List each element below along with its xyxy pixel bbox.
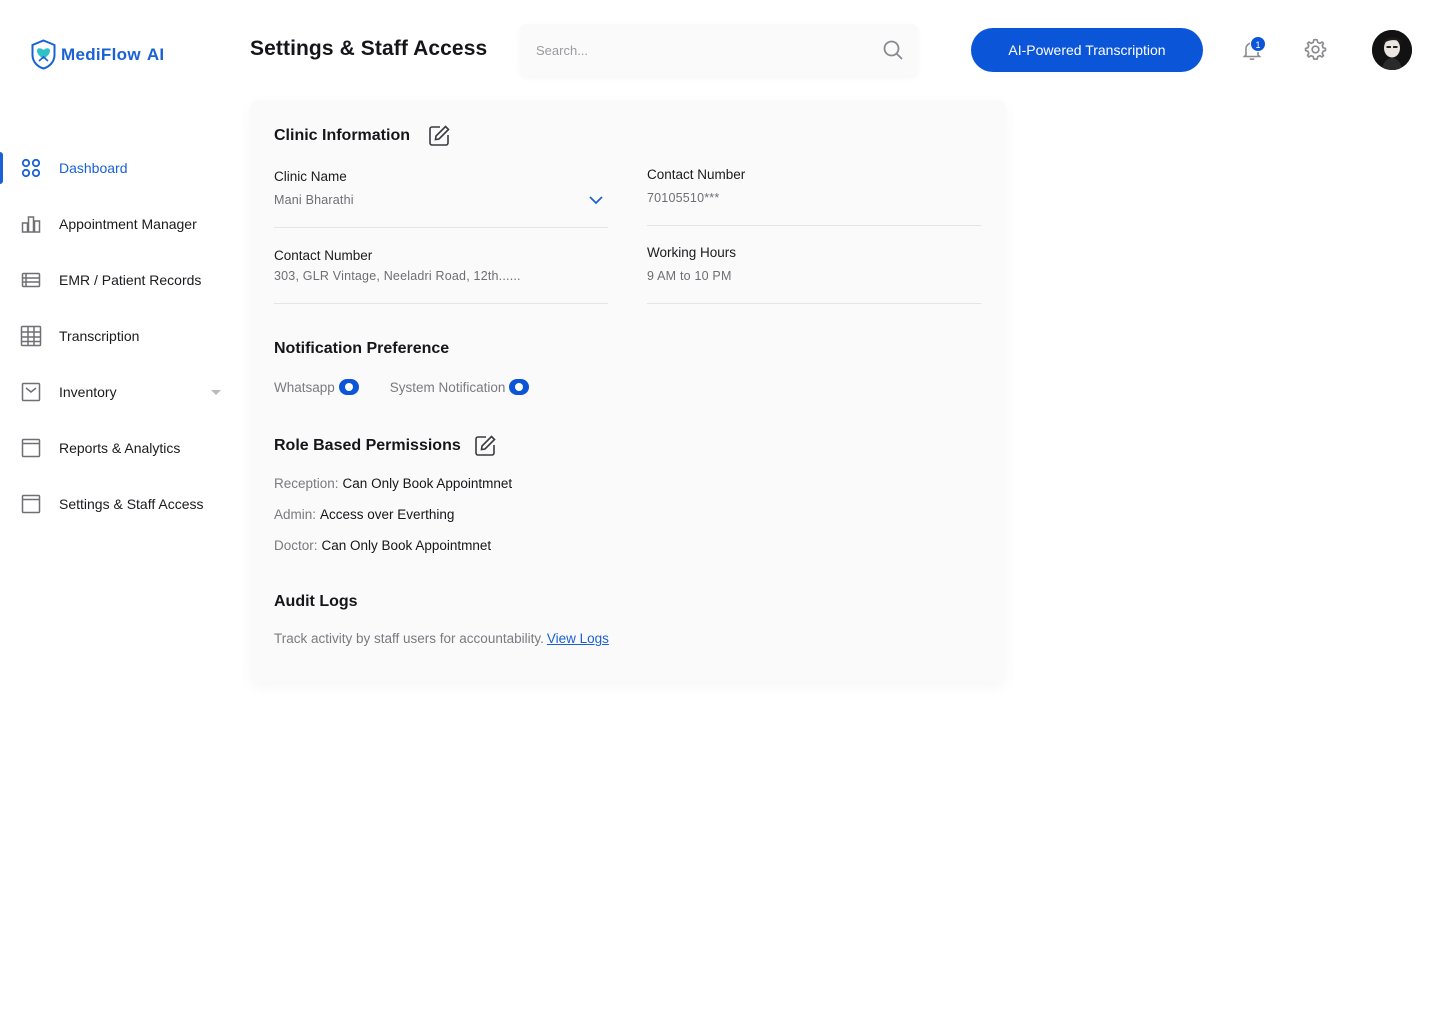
search-bar [520, 24, 918, 76]
dashboard-grid-icon [20, 157, 42, 179]
field-label: Working Hours [647, 245, 737, 260]
sidebar-item-label: Settings & Staff Access [59, 496, 204, 512]
notification-badge: 1 [1250, 36, 1266, 52]
field-label: Contact Number [274, 248, 373, 263]
brand-name: MediFlow AI [61, 44, 165, 64]
sidebar-item-inventory[interactable]: Inventory [0, 364, 240, 420]
search-input[interactable] [536, 42, 882, 58]
whatsapp-toggle-group[interactable]: Whatsapp [274, 379, 359, 395]
sidebar-item-label: EMR / Patient Records [59, 272, 202, 288]
window-icon [20, 493, 42, 515]
sidebar-item-dashboard[interactable]: Dashboard [0, 140, 240, 196]
table-grid-icon [20, 325, 42, 347]
role-access: Access over Everthing [320, 507, 455, 522]
notification-toggles: Whatsapp System Notification [274, 379, 530, 395]
role-access: Can Only Book Appointmnet [342, 476, 513, 491]
edit-icon[interactable] [473, 434, 497, 458]
address-field: Contact Number 303, GLR Vintage, Neeladr… [274, 248, 608, 304]
sidebar-item-label: Dashboard [59, 160, 128, 176]
field-value: Mani Bharathi [274, 193, 354, 207]
role-access: Can Only Book Appointmnet [321, 538, 492, 553]
sidebar-nav: Dashboard Appointment Manager EMR / Pati… [0, 140, 240, 532]
field-value: 303, GLR Vintage, Neeladri Road, 12th...… [274, 269, 521, 283]
permission-row-doctor: Doctor: Can Only Book Appointmnet [274, 538, 491, 553]
role-label: Reception: [274, 476, 339, 491]
contact-number-field: Contact Number 70105510*** [647, 167, 981, 226]
section-title: Clinic Information [274, 127, 410, 144]
field-label: Contact Number [647, 167, 746, 182]
avatar-photo-icon [1372, 30, 1412, 70]
audit-logs-header: Audit Logs [274, 593, 358, 611]
records-list-icon [20, 269, 42, 291]
field-value: 70105510*** [647, 191, 720, 205]
section-title: Notification Preference [274, 340, 450, 357]
sidebar-item-label: Inventory [59, 384, 117, 400]
sidebar-item-label: Reports & Analytics [59, 440, 181, 456]
sidebar-item-reports[interactable]: Reports & Analytics [0, 420, 240, 476]
role-label: Doctor: [274, 538, 318, 553]
sidebar-item-label: Transcription [59, 328, 140, 344]
working-hours-field: Working Hours 9 AM to 10 PM [647, 245, 981, 304]
sidebar-item-settings[interactable]: Settings & Staff Access [0, 476, 240, 532]
notification-header: Notification Preference [274, 340, 449, 358]
sidebar-item-transcription[interactable]: Transcription [0, 308, 240, 364]
edit-icon[interactable] [427, 124, 451, 148]
permission-row-reception: Reception: Can Only Book Appointmnet [274, 476, 512, 491]
section-title: Audit Logs [274, 593, 358, 610]
brand-logo[interactable]: MediFlow AI [30, 39, 164, 70]
field-label: Clinic Name [274, 169, 347, 184]
sidebar-item-label: Appointment Manager [59, 216, 197, 232]
chevron-down-icon[interactable] [588, 195, 604, 205]
permission-row-admin: Admin: Access over Everthing [274, 507, 454, 522]
sidebar-item-appointment-manager[interactable]: Appointment Manager [0, 196, 240, 252]
search-icon[interactable] [882, 39, 904, 61]
role-label: Admin: [274, 507, 317, 522]
system-notification-toggle-group[interactable]: System Notification [390, 379, 530, 395]
page-title: Settings & Staff Access [250, 37, 488, 60]
user-avatar[interactable] [1372, 30, 1412, 70]
audit-logs-description: Track activity by staff users for accoun… [274, 631, 609, 646]
clinic-name-select[interactable]: Clinic Name Mani Bharathi [274, 169, 608, 228]
sidebar-item-emr[interactable]: EMR / Patient Records [0, 252, 240, 308]
settings-card: Clinic Information Clinic Name Mani Bhar… [250, 100, 1006, 682]
inbox-tray-icon [20, 381, 42, 403]
mediflow-logo-icon [31, 39, 56, 70]
clinic-info-header: Clinic Information [274, 124, 451, 148]
chevron-down-icon[interactable] [211, 390, 221, 395]
section-title: Role Based Permissions [274, 437, 461, 454]
view-logs-link[interactable]: View Logs [547, 631, 609, 646]
system-notification-toggle[interactable] [509, 379, 530, 395]
gear-icon[interactable] [1303, 37, 1328, 62]
permissions-header: Role Based Permissions [274, 434, 497, 458]
field-value: 9 AM to 10 PM [647, 269, 732, 283]
whatsapp-toggle[interactable] [338, 379, 359, 395]
toggle-label: System Notification [389, 379, 506, 395]
window-icon [20, 437, 42, 459]
ai-transcription-button[interactable]: AI-Powered Transcription [971, 28, 1203, 72]
toggle-label: Whatsapp [274, 379, 335, 395]
audit-text: Track activity by staff users for accoun… [274, 631, 544, 646]
bar-chart-icon [20, 213, 42, 235]
